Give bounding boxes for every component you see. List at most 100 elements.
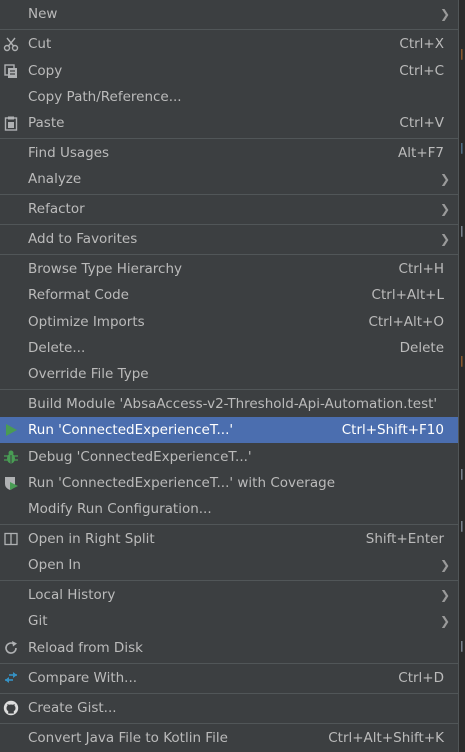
menu-item-refactor[interactable]: Refactor ❯ [0, 196, 458, 222]
menu-item-label: Create Gist... [28, 700, 117, 716]
menu-item-label: Git [28, 613, 48, 629]
menu-item-override-file-type[interactable]: Override File Type [0, 361, 458, 387]
submenu-arrow-icon: ❯ [439, 7, 450, 21]
menu-item-analyze[interactable]: Analyze ❯ [0, 166, 458, 192]
menu-item-open-in[interactable]: Open In ❯ [0, 552, 458, 578]
menu-separator [0, 663, 458, 664]
editor-code-fragment: | [460, 141, 464, 154]
menu-item-copy[interactable]: Copy Ctrl+C [0, 58, 458, 84]
menu-item-label: Run 'ConnectedExperienceT...' with Cover… [28, 475, 335, 491]
menu-item-run[interactable]: Run 'ConnectedExperienceT...' Ctrl+Shift… [0, 417, 458, 443]
menu-item-shortcut: Ctrl+Alt+O [368, 314, 444, 330]
coverage-icon [3, 475, 19, 491]
menu-item-open-in-right-split[interactable]: Open in Right Split Shift+Enter [0, 526, 458, 552]
menu-item-debug[interactable]: Debug 'ConnectedExperienceT...' [0, 444, 458, 470]
menu-item-optimize-imports[interactable]: Optimize Imports Ctrl+Alt+O [0, 309, 458, 335]
menu-item-reload-from-disk[interactable]: Reload from Disk [0, 635, 458, 661]
menu-item-create-gist[interactable]: Create Gist... [0, 695, 458, 721]
submenu-arrow-icon: ❯ [439, 172, 450, 186]
menu-item-label: Compare With... [28, 670, 138, 686]
menu-item-label: Run 'ConnectedExperienceT...' [28, 422, 234, 438]
menu-item-add-to-favorites[interactable]: Add to Favorites ❯ [0, 226, 458, 252]
editor-code-fragment: | [460, 354, 464, 367]
menu-item-label: Refactor [28, 201, 85, 217]
submenu-arrow-icon: ❯ [439, 202, 450, 216]
menu-item-label: Find Usages [28, 145, 110, 161]
menu-item-convert-java-to-kotlin[interactable]: Convert Java File to Kotlin File Ctrl+Al… [0, 725, 458, 751]
menu-item-label: Modify Run Configuration... [28, 501, 212, 517]
menu-item-label: Reload from Disk [28, 640, 143, 656]
menu-item-build-module[interactable]: Build Module 'AbsaAccess-v2-Threshold-Ap… [0, 391, 458, 417]
menu-item-shortcut: Shift+Enter [365, 531, 444, 547]
editor-code-fragment: | [460, 519, 464, 532]
menu-item-shortcut: Ctrl+V [399, 115, 444, 131]
menu-item-label: Copy [28, 63, 63, 79]
editor-code-fragment: | [460, 639, 464, 652]
menu-item-delete[interactable]: Delete... Delete [0, 335, 458, 361]
menu-item-cut[interactable]: Cut Ctrl+X [0, 31, 458, 57]
menu-item-new[interactable]: New ❯ [0, 1, 458, 27]
compare-icon [3, 670, 19, 686]
menu-item-shortcut: Ctrl+D [398, 670, 444, 686]
menu-item-find-usages[interactable]: Find Usages Alt+F7 [0, 140, 458, 166]
github-icon [3, 700, 19, 716]
menu-item-shortcut: Ctrl+Alt+L [371, 287, 444, 303]
menu-separator [0, 138, 458, 139]
menu-item-label: Override File Type [28, 366, 149, 382]
menu-item-reformat-code[interactable]: Reformat Code Ctrl+Alt+L [0, 282, 458, 308]
menu-item-label: Build Module 'AbsaAccess-v2-Threshold-Ap… [28, 396, 438, 412]
menu-item-shortcut: Ctrl+Alt+Shift+K [328, 730, 444, 746]
menu-item-label: New [28, 6, 58, 22]
menu-item-label: Analyze [28, 171, 82, 187]
menu-item-label: Debug 'ConnectedExperienceT...' [28, 449, 252, 465]
submenu-arrow-icon: ❯ [439, 558, 450, 572]
menu-item-local-history[interactable]: Local History ❯ [0, 582, 458, 608]
menu-item-label: Copy Path/Reference... [28, 89, 182, 105]
menu-item-shortcut: Delete [399, 340, 444, 356]
menu-item-shortcut: Ctrl+X [399, 36, 444, 52]
editor-code-fragment: | [460, 47, 464, 60]
menu-item-shortcut: Ctrl+H [398, 261, 444, 277]
menu-separator [0, 29, 458, 30]
menu-item-shortcut: Ctrl+Shift+F10 [341, 422, 444, 438]
menu-separator [0, 389, 458, 390]
menu-separator [0, 194, 458, 195]
submenu-arrow-icon: ❯ [439, 232, 450, 246]
menu-separator [0, 254, 458, 255]
menu-item-run-with-coverage[interactable]: Run 'ConnectedExperienceT...' with Cover… [0, 470, 458, 496]
menu-item-copy-path[interactable]: Copy Path/Reference... [0, 84, 458, 110]
menu-item-label: Open in Right Split [28, 531, 155, 547]
reload-icon [3, 640, 19, 656]
menu-item-shortcut: Alt+F7 [398, 145, 444, 161]
menu-item-label: Delete... [28, 340, 86, 356]
split-icon [3, 531, 19, 547]
menu-item-label: Cut [28, 36, 52, 52]
menu-separator [0, 723, 458, 724]
menu-item-shortcut: Ctrl+C [399, 63, 444, 79]
menu-item-git[interactable]: Git ❯ [0, 608, 458, 634]
menu-separator [0, 524, 458, 525]
menu-item-label: Paste [28, 115, 65, 131]
menu-separator [0, 693, 458, 694]
menu-item-label: Optimize Imports [28, 314, 145, 330]
debug-icon [3, 449, 19, 465]
menu-item-label: Browse Type Hierarchy [28, 261, 182, 277]
menu-separator [0, 224, 458, 225]
menu-item-label: Open In [28, 557, 81, 573]
menu-item-modify-run-configuration[interactable]: Modify Run Configuration... [0, 496, 458, 522]
editor-background: | | | | | | | [459, 0, 465, 752]
menu-item-browse-type-hierarchy[interactable]: Browse Type Hierarchy Ctrl+H [0, 256, 458, 282]
context-menu: New ❯ Cut Ctrl+X Copy Ctrl+C Copy Path/R… [0, 0, 459, 752]
menu-separator [0, 580, 458, 581]
menu-item-compare-with[interactable]: Compare With... Ctrl+D [0, 665, 458, 691]
menu-item-paste[interactable]: Paste Ctrl+V [0, 110, 458, 136]
menu-item-label: Local History [28, 587, 116, 603]
copy-icon [3, 63, 19, 79]
submenu-arrow-icon: ❯ [439, 588, 450, 602]
run-icon [3, 422, 19, 438]
menu-item-label: Reformat Code [28, 287, 129, 303]
menu-item-label: Add to Favorites [28, 231, 138, 247]
editor-code-fragment: | [460, 467, 464, 480]
scissors-icon [3, 36, 19, 52]
menu-item-label: Convert Java File to Kotlin File [28, 730, 228, 746]
